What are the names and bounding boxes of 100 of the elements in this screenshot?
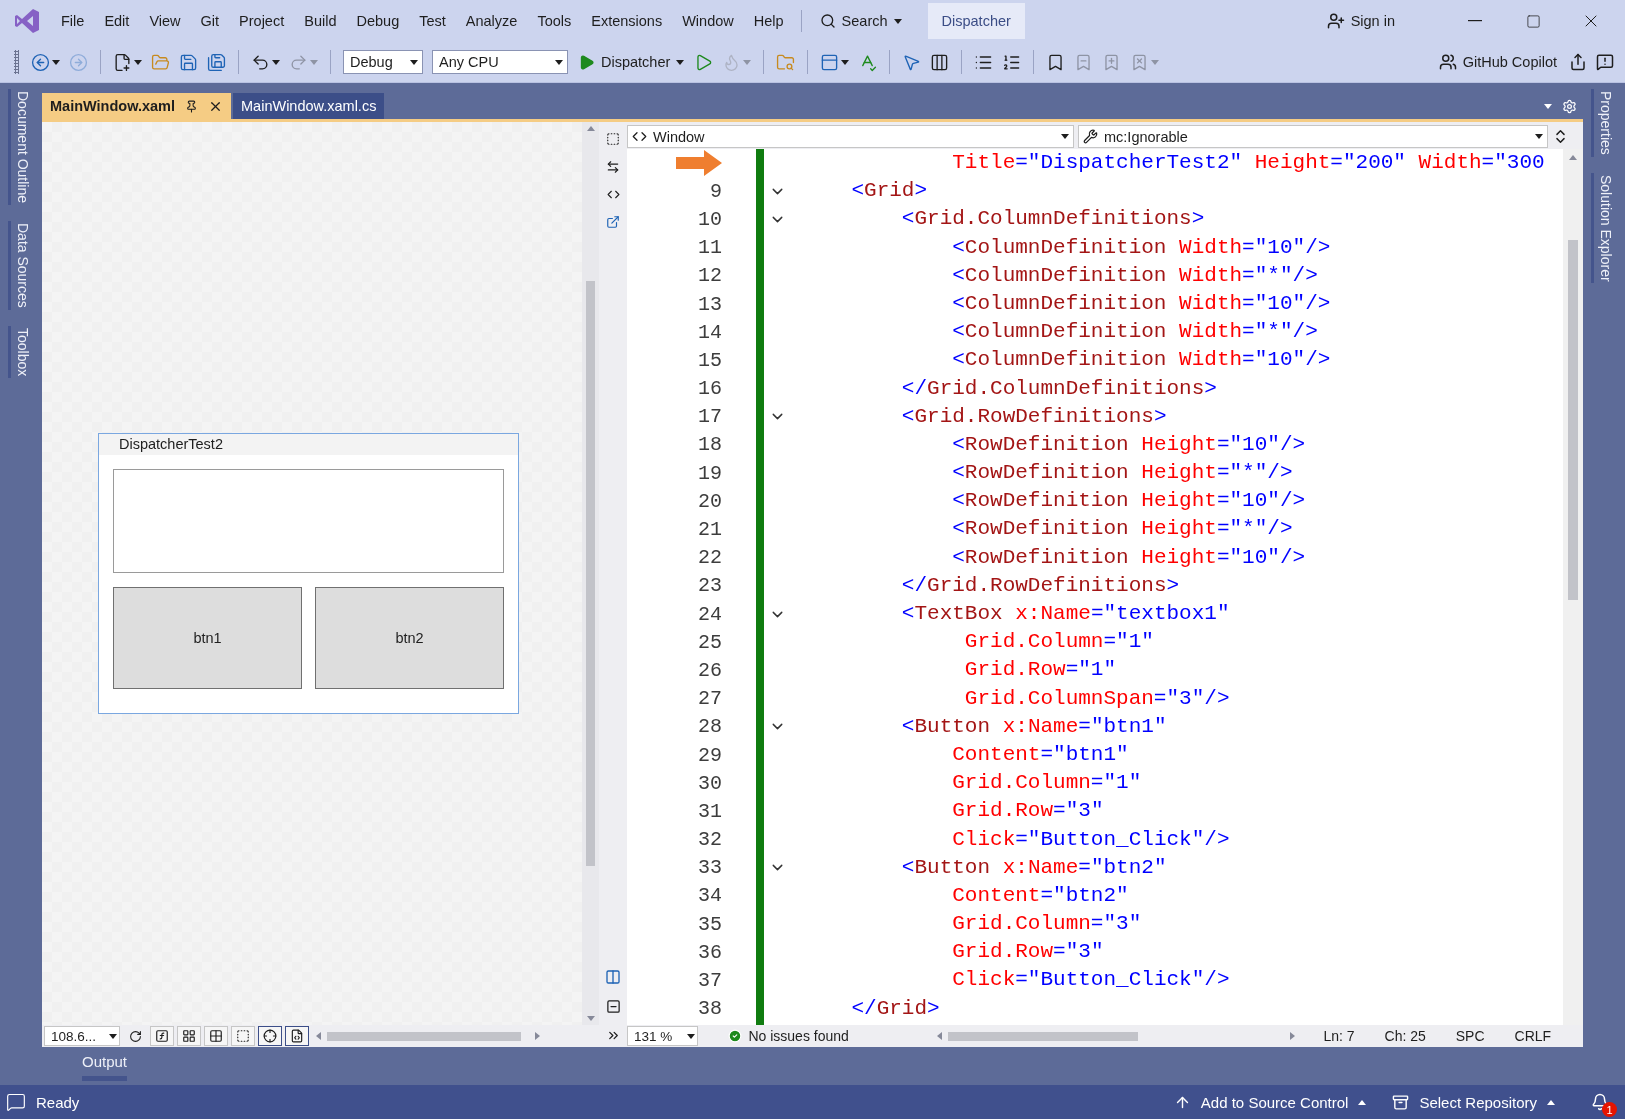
line-number: 23 <box>697 573 723 600</box>
side-tab[interactable]: Properties <box>1590 89 1618 157</box>
menu-item[interactable]: View <box>140 7 190 35</box>
menu-item[interactable]: File <box>52 7 94 35</box>
code-line: <ColumnDefinition Width="10"/> <box>951 290 1332 317</box>
menu-item[interactable]: Help <box>744 7 793 35</box>
circle-arrow-right-icon <box>69 52 88 72</box>
bell-icon[interactable] <box>1591 1093 1609 1111</box>
menu-item[interactable]: Build <box>295 7 346 35</box>
dropdown-field[interactable]: Any CPU <box>432 50 568 74</box>
select-frame-icon[interactable] <box>606 132 620 146</box>
split-view-icon[interactable] <box>605 969 621 985</box>
numbered-list-icon <box>1002 52 1022 72</box>
scrollbar-thumb[interactable] <box>327 1031 521 1041</box>
line-number: 29 <box>697 742 723 769</box>
line-number: 33 <box>697 855 723 882</box>
code-line: <RowDefinition Height="10"/> <box>951 431 1307 458</box>
popout-icon[interactable] <box>606 215 620 229</box>
menu-item[interactable]: Analyze <box>456 7 527 35</box>
issues-indicator[interactable]: No issues found <box>704 1028 927 1044</box>
menu-item[interactable]: Project <box>230 7 294 35</box>
menu-item[interactable]: Edit <box>95 7 139 35</box>
caret-icon <box>687 1033 696 1039</box>
play-outline-icon <box>694 52 714 72</box>
editor-status: SPC <box>1454 1028 1486 1044</box>
code-line: Content="btn2" <box>951 882 1130 909</box>
grid-button[interactable] <box>177 1026 201 1046</box>
menu-item[interactable]: Test <box>410 7 455 35</box>
side-tab[interactable]: Solution Explorer <box>1590 172 1618 284</box>
snap-button[interactable] <box>204 1026 228 1046</box>
line-number: 11 <box>697 235 723 262</box>
dropdown-field[interactable]: Debug <box>343 50 423 74</box>
code-line: Grid.Row="1" <box>963 657 1118 684</box>
pin-icon <box>185 99 198 113</box>
start-button[interactable]: Dispatcher <box>574 50 689 74</box>
save-all-icon <box>207 52 226 72</box>
menu-item[interactable]: Git <box>191 7 229 35</box>
menu-item[interactable]: Extensions <box>582 7 672 35</box>
code-line: <Grid> <box>850 178 929 205</box>
toolbar-grip[interactable] <box>14 50 19 74</box>
zoom-dropdown[interactable]: 108.6... <box>44 1026 120 1046</box>
code-line: <ColumnDefinition Width="10"/> <box>951 234 1332 261</box>
member-dropdown[interactable]: mc:Ignorable <box>1078 125 1548 148</box>
code-icon[interactable] <box>606 188 620 201</box>
wrench-icon <box>1083 129 1098 144</box>
repository-button[interactable]: Select Repository <box>1384 1089 1563 1115</box>
maximize-icon <box>1525 13 1541 29</box>
caret-icon <box>272 59 280 65</box>
swap-icon[interactable] <box>606 160 620 174</box>
scroll-left-icon[interactable] <box>316 1032 321 1040</box>
scrollbar-thumb[interactable] <box>1568 240 1578 600</box>
scroll-right-icon[interactable] <box>535 1032 540 1040</box>
scroll-up-icon <box>1569 155 1577 160</box>
checker-icon <box>236 1029 250 1043</box>
scrollbar-thumb[interactable] <box>947 1031 1138 1041</box>
element-dropdown[interactable]: Window <box>627 125 1074 148</box>
code-line: <TextBox x:Name="textbox1" <box>900 601 1231 627</box>
settings-icon[interactable] <box>1562 98 1577 114</box>
snap-lines-button[interactable] <box>258 1026 282 1046</box>
caret-icon <box>555 59 563 65</box>
zoom-dropdown[interactable]: 131 % <box>627 1026 699 1046</box>
side-tab[interactable]: Data Sources <box>7 221 35 310</box>
copilot-button[interactable]: GitHub Copilot <box>1432 50 1563 74</box>
menu-item[interactable]: Window <box>673 7 743 35</box>
caret-icon <box>1358 1099 1367 1105</box>
effects-button[interactable] <box>150 1026 174 1046</box>
overflow-caret-icon <box>1544 103 1552 109</box>
side-tab[interactable]: Toolbox <box>7 325 35 379</box>
app-logo-icon <box>14 8 40 34</box>
editor-status: CRLF <box>1513 1028 1553 1044</box>
scroll-right-icon[interactable] <box>1290 1032 1296 1040</box>
minimize-icon <box>1468 20 1482 22</box>
caret-icon <box>410 59 418 65</box>
code-line: Grid.Column="3" <box>951 911 1143 938</box>
source-control-button[interactable]: Add to Source Control <box>1165 1089 1375 1115</box>
code-button[interactable] <box>285 1026 309 1046</box>
caret-icon <box>134 59 142 65</box>
line-number: 38 <box>697 996 723 1023</box>
collapse-icon[interactable] <box>605 999 621 1014</box>
search-button[interactable]: Search <box>809 7 912 35</box>
caret-icon <box>310 59 318 65</box>
document-tab[interactable]: MainWindow.xaml.cs <box>233 93 385 119</box>
scroll-left-icon[interactable] <box>936 1032 942 1040</box>
document-tab[interactable]: MainWindow.xaml <box>42 93 231 119</box>
window-icon <box>820 52 840 72</box>
save-icon <box>179 52 198 72</box>
folder-search-icon <box>776 52 796 72</box>
scrollbar-thumb[interactable] <box>586 281 595 866</box>
line-number: 24 <box>697 601 723 628</box>
caret-icon <box>109 1033 117 1039</box>
code-line: <Grid.ColumnDefinitions> <box>900 206 1206 233</box>
side-tab[interactable]: Document Outline <box>7 89 35 206</box>
code-line: <RowDefinition Height="10"/> <box>951 488 1307 515</box>
sign-in-button[interactable]: Sign in <box>1316 6 1405 36</box>
editor-status: Ch: 25 <box>1383 1028 1427 1044</box>
menu-item[interactable]: Debug <box>347 7 409 35</box>
caret-icon <box>1151 59 1160 65</box>
element-icon <box>632 129 647 144</box>
menu-item[interactable]: Tools <box>528 7 581 35</box>
vertical-scrollbar[interactable] <box>582 122 599 1025</box>
